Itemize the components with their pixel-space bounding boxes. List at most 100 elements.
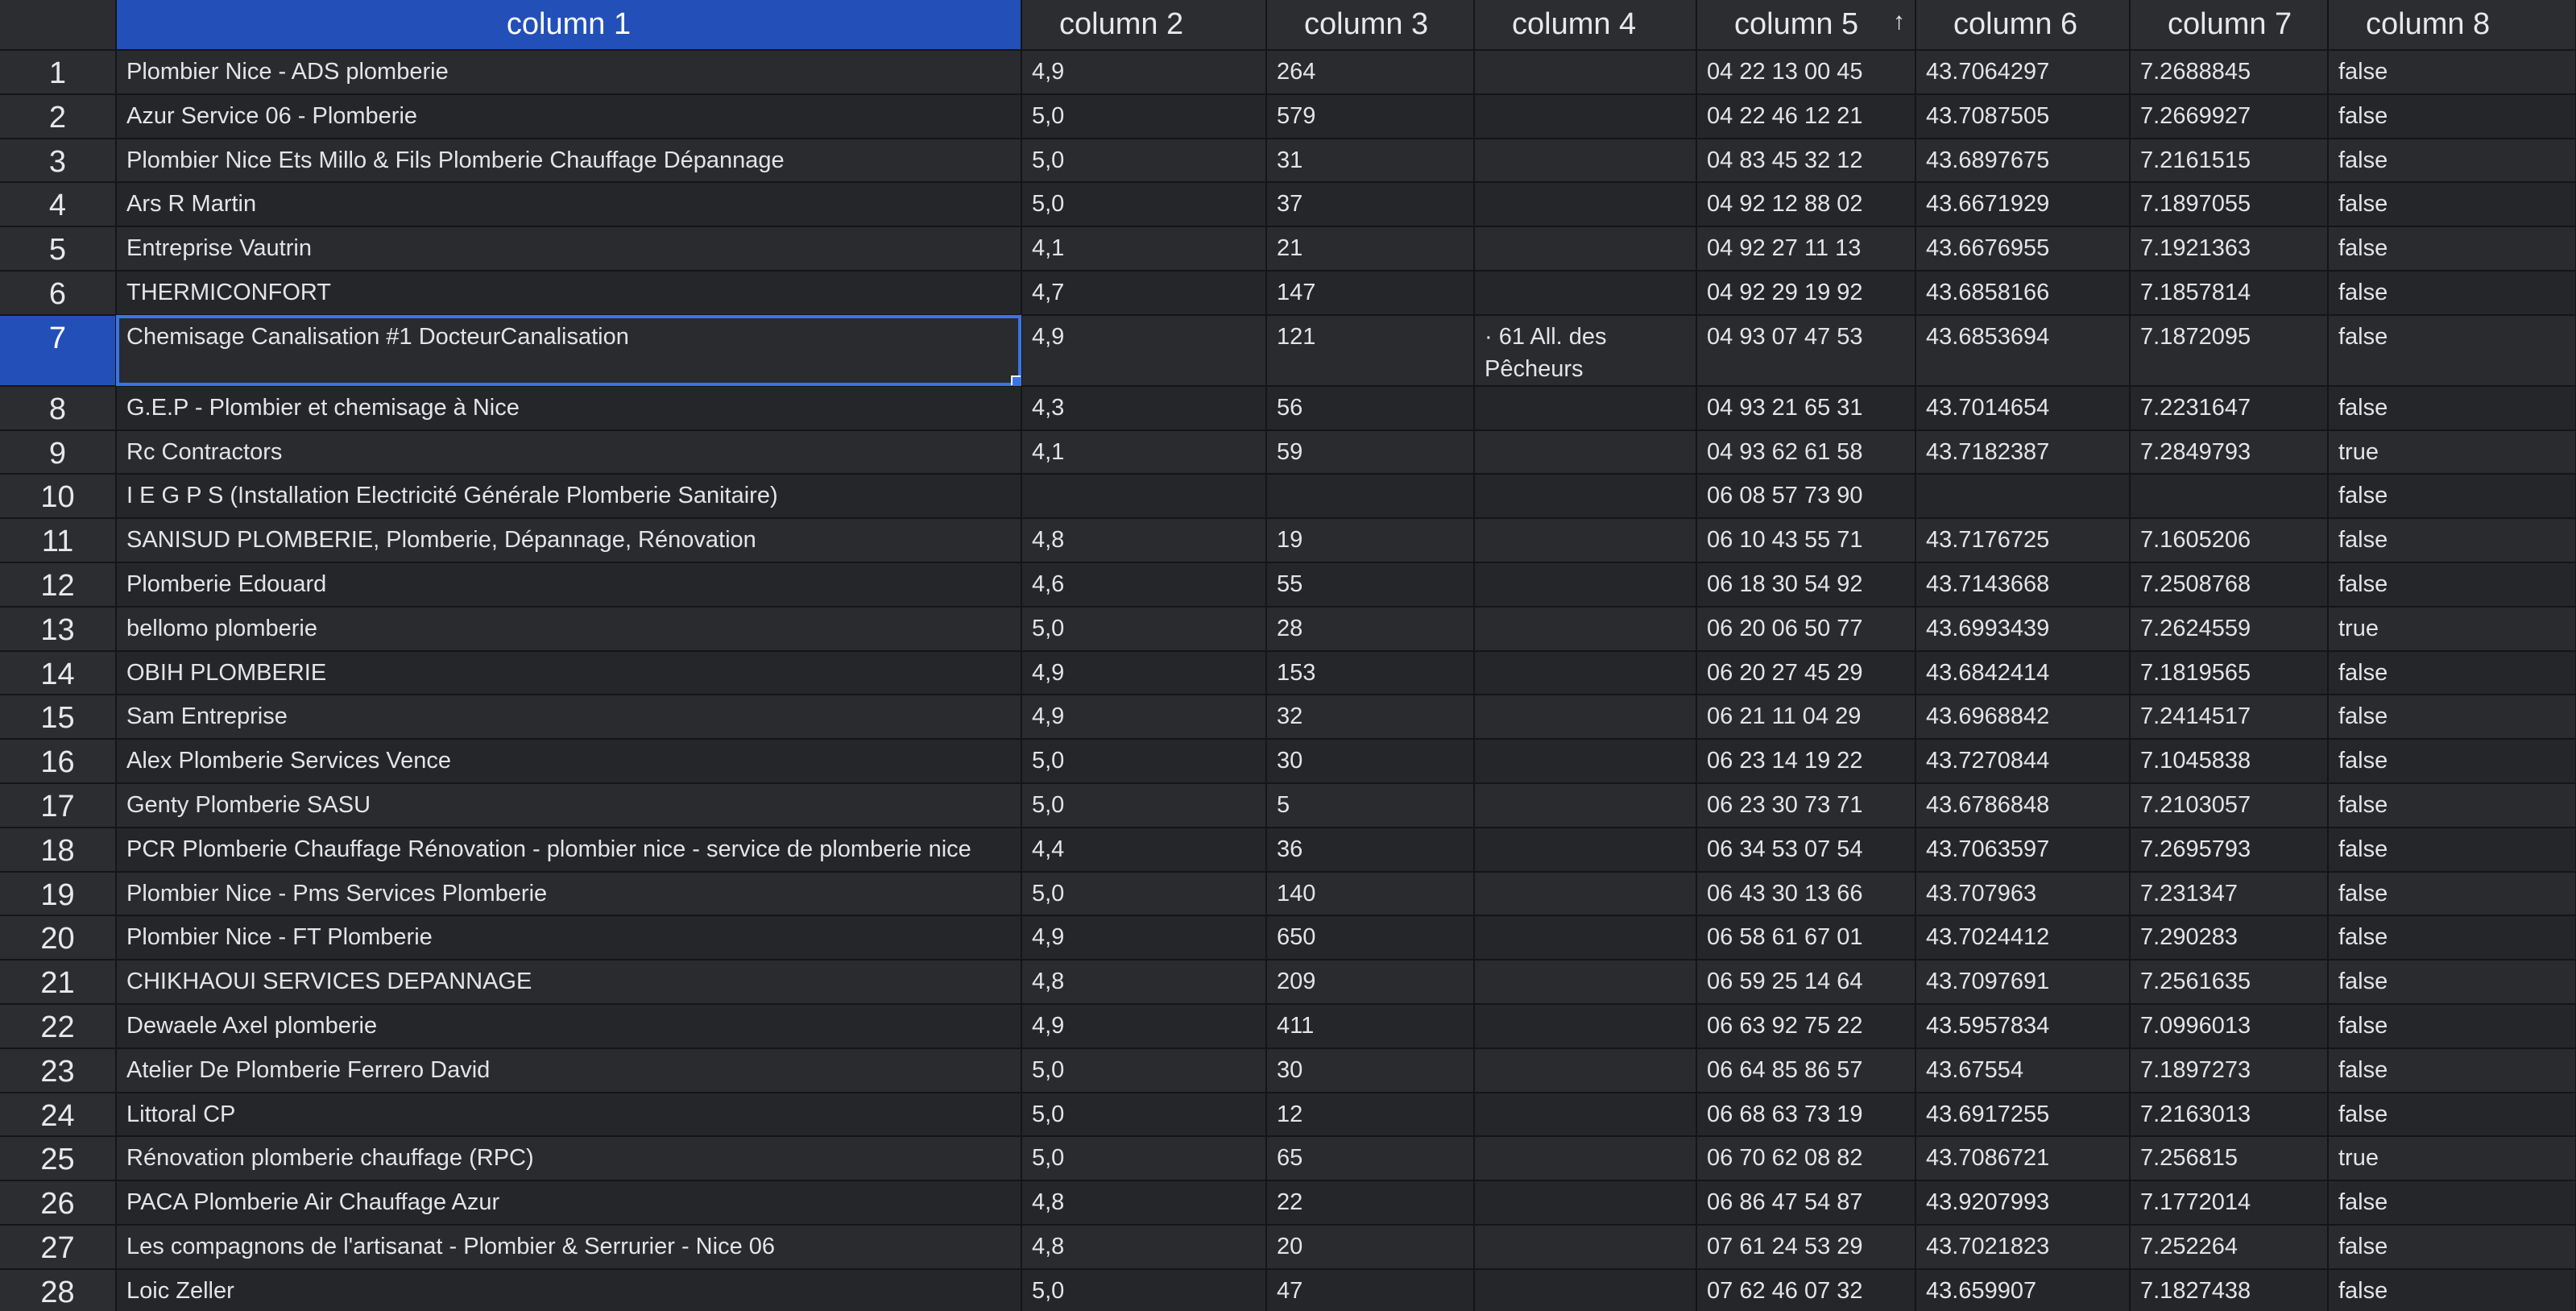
table-cell-column-1[interactable]: PACA Plomberie Air Chauffage Azur (116, 1180, 1022, 1226)
table-cell-column-2[interactable]: 4,4 (1021, 827, 1267, 873)
table-cell-column-5[interactable]: 06 21 11 04 29 (1696, 695, 1916, 741)
table-cell-column-5[interactable]: 04 92 29 19 92 (1696, 270, 1916, 316)
table-cell-column-4[interactable] (1474, 50, 1697, 95)
column-header-2[interactable]: column 2 (1021, 0, 1267, 51)
table-cell-column-6[interactable]: 43.7182387 (1915, 429, 2131, 475)
table-cell-column-6[interactable]: 43.659907 (1915, 1268, 2131, 1311)
table-cell-column-2[interactable]: 5,0 (1021, 138, 1267, 184)
table-cell-column-2[interactable]: 4,8 (1021, 518, 1267, 563)
column-header-8[interactable]: column 8 (2328, 0, 2576, 51)
table-cell-column-8[interactable]: true (2328, 1136, 2576, 1182)
fill-handle[interactable] (1011, 375, 1020, 384)
table-cell-column-2[interactable] (1021, 474, 1267, 520)
row-header[interactable]: 25 (0, 1136, 117, 1182)
table-cell-column-7[interactable]: 7.0996013 (2130, 1003, 2329, 1049)
row-header[interactable]: 22 (0, 1003, 117, 1049)
table-cell-column-7[interactable]: 7.2163013 (2130, 1092, 2329, 1138)
table-cell-column-6[interactable]: 43.6968842 (1915, 695, 2131, 741)
column-header-4[interactable]: column 4 (1474, 0, 1697, 51)
row-header[interactable]: 21 (0, 960, 117, 1005)
table-cell-column-1[interactable]: Entreprise Vautrin (116, 226, 1022, 272)
row-header[interactable]: 9 (0, 429, 117, 475)
table-cell-column-2[interactable]: 4,3 (1021, 385, 1267, 431)
table-cell-column-7[interactable]: 7.2561635 (2130, 960, 2329, 1005)
table-cell-column-8[interactable]: false (2328, 270, 2576, 316)
table-cell-column-7[interactable]: 7.2695793 (2130, 827, 2329, 873)
row-header[interactable]: 27 (0, 1224, 117, 1270)
row-header[interactable]: 8 (0, 385, 117, 431)
row-header[interactable]: 13 (0, 606, 117, 652)
table-cell-column-7[interactable]: 7.290283 (2130, 915, 2329, 961)
table-cell-column-4[interactable] (1474, 182, 1697, 228)
table-cell-column-3[interactable]: 21 (1266, 226, 1475, 272)
table-cell-column-1[interactable]: I E G P S (Installation Electricité Géné… (116, 474, 1022, 520)
table-cell-column-5[interactable]: 04 92 27 11 13 (1696, 226, 1916, 272)
table-cell-column-8[interactable]: false (2328, 138, 2576, 184)
table-cell-column-1[interactable]: Genty Plomberie SASU (116, 782, 1022, 828)
table-cell-column-3[interactable]: 31 (1266, 138, 1475, 184)
table-cell-column-2[interactable]: 4,8 (1021, 1224, 1267, 1270)
table-cell-column-5[interactable]: 06 20 27 45 29 (1696, 650, 1916, 696)
table-cell-column-2[interactable]: 5,0 (1021, 1268, 1267, 1311)
table-cell-column-1[interactable]: Azur Service 06 - Plomberie (116, 93, 1022, 139)
table-cell-column-3[interactable]: 56 (1266, 385, 1475, 431)
table-cell-column-5[interactable]: 06 23 14 19 22 (1696, 739, 1916, 784)
column-header-5[interactable]: column 5 ↑ (1696, 0, 1916, 51)
table-cell-column-7[interactable]: 7.2231647 (2130, 385, 2329, 431)
table-cell-column-7[interactable]: 7.1045838 (2130, 739, 2329, 784)
column-header-3[interactable]: column 3 (1266, 0, 1475, 51)
table-cell-column-2[interactable]: 5,0 (1021, 871, 1267, 917)
row-header[interactable]: 23 (0, 1048, 117, 1093)
column-header-1[interactable]: column 1 (116, 0, 1022, 51)
table-cell-column-8[interactable]: false (2328, 960, 2576, 1005)
table-cell-column-7[interactable]: 7.2688845 (2130, 50, 2329, 95)
row-header[interactable]: 24 (0, 1092, 117, 1138)
table-cell-column-5[interactable]: 06 68 63 73 19 (1696, 1092, 1916, 1138)
table-cell-column-6[interactable]: 43.7014654 (1915, 385, 2131, 431)
row-header[interactable]: 1 (0, 50, 117, 95)
table-cell-column-4[interactable] (1474, 138, 1697, 184)
table-cell-column-5[interactable]: 06 43 30 13 66 (1696, 871, 1916, 917)
table-cell-column-4[interactable] (1474, 518, 1697, 563)
table-cell-column-8[interactable]: false (2328, 1224, 2576, 1270)
table-cell-column-3[interactable]: 30 (1266, 739, 1475, 784)
table-cell-column-6[interactable]: 43.707963 (1915, 871, 2131, 917)
table-cell-column-7[interactable]: 7.2414517 (2130, 695, 2329, 741)
table-cell-column-8[interactable]: false (2328, 182, 2576, 228)
table-cell-column-6[interactable]: 43.67554 (1915, 1048, 2131, 1093)
table-cell-column-5[interactable]: 06 23 30 73 71 (1696, 782, 1916, 828)
table-cell-column-8[interactable]: false (2328, 1268, 2576, 1311)
table-cell-column-2[interactable]: 4,9 (1021, 650, 1267, 696)
table-cell-column-7[interactable]: 7.1897055 (2130, 182, 2329, 228)
table-cell-column-2[interactable]: 4,7 (1021, 270, 1267, 316)
table-cell-column-6[interactable]: 43.7087505 (1915, 93, 2131, 139)
table-cell-column-1[interactable]: Littoral CP (116, 1092, 1022, 1138)
table-cell-column-4[interactable] (1474, 739, 1697, 784)
table-cell-column-2[interactable]: 5,0 (1021, 782, 1267, 828)
table-cell-column-1[interactable]: Sam Entreprise (116, 695, 1022, 741)
table-cell-column-3[interactable]: 650 (1266, 915, 1475, 961)
table-cell-column-5[interactable]: 06 18 30 54 92 (1696, 562, 1916, 608)
table-cell-column-3[interactable]: 12 (1266, 1092, 1475, 1138)
row-header[interactable]: 3 (0, 138, 117, 184)
table-cell-column-6[interactable]: 43.7063597 (1915, 827, 2131, 873)
table-cell-column-8[interactable]: false (2328, 93, 2576, 139)
table-cell-column-8[interactable]: false (2328, 695, 2576, 741)
column-header-6[interactable]: column 6 (1915, 0, 2131, 51)
table-cell-column-5[interactable]: 06 34 53 07 54 (1696, 827, 1916, 873)
table-cell-column-1[interactable]: Plombier Nice - ADS plomberie (116, 50, 1022, 95)
table-cell-column-3[interactable]: 32 (1266, 695, 1475, 741)
row-header[interactable]: 7 (0, 314, 117, 387)
row-header[interactable]: 2 (0, 93, 117, 139)
table-cell-column-4[interactable] (1474, 1003, 1697, 1049)
table-cell-column-8[interactable]: true (2328, 606, 2576, 652)
table-cell-column-7[interactable]: 7.1819565 (2130, 650, 2329, 696)
table-cell-column-4[interactable] (1474, 1048, 1697, 1093)
table-cell-column-2[interactable]: 4,9 (1021, 695, 1267, 741)
table-cell-column-8[interactable]: false (2328, 562, 2576, 608)
table-cell-column-8[interactable]: false (2328, 385, 2576, 431)
table-cell-column-4[interactable] (1474, 871, 1697, 917)
table-cell-column-6[interactable]: 43.7143668 (1915, 562, 2131, 608)
row-header[interactable]: 4 (0, 182, 117, 228)
table-cell-column-5[interactable]: 06 08 57 73 90 (1696, 474, 1916, 520)
